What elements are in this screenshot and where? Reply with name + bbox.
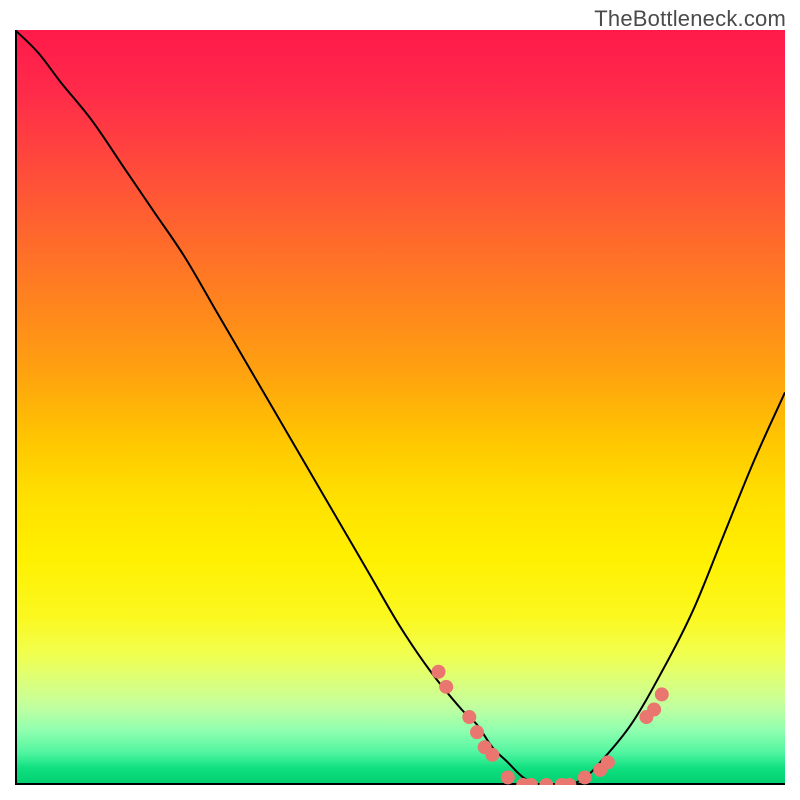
plot-area xyxy=(15,30,785,785)
chart-container: TheBottleneck.com xyxy=(0,0,800,800)
watermark-text: TheBottleneck.com xyxy=(594,6,786,32)
